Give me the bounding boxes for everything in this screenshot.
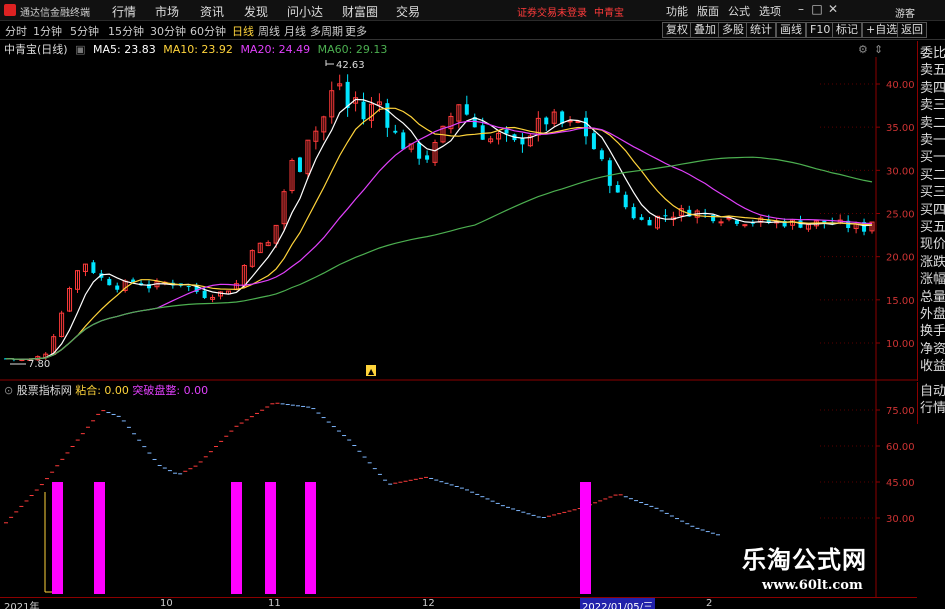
price-tick-label: 15.00	[886, 296, 915, 307]
time-label-cursor-date: 2022/01/05/三	[580, 598, 656, 609]
breakout-bar	[580, 482, 591, 594]
time-label-11: 11	[268, 598, 281, 609]
quote-field-4[interactable]: 卖二	[920, 116, 945, 131]
time-label-2: 2	[706, 598, 713, 609]
candle-body	[726, 217, 732, 220]
right-quote-panel: 委比卖五卖四卖三卖二卖一买一买二买三买四买五现价涨跌涨幅总量外盘换手净资收益	[917, 41, 945, 381]
candle-body	[718, 221, 724, 224]
quote-field-15[interactable]: 外盘	[920, 308, 945, 322]
candle-body	[297, 157, 302, 172]
quote-field-3[interactable]: 卖三	[920, 99, 945, 113]
candle-body	[647, 219, 652, 226]
quote-field-14[interactable]: 总量	[920, 290, 945, 305]
watermark: 乐淘公式网 www.60lt.com	[726, 538, 916, 600]
quote-field-6[interactable]: 买一	[920, 151, 945, 165]
price-tick-label: 20.00	[886, 253, 915, 264]
candle-body	[623, 194, 628, 208]
price-tick-label: 10.00	[886, 339, 915, 350]
candle-body	[91, 262, 96, 273]
candle-body	[520, 138, 525, 145]
candle-body	[583, 117, 588, 137]
indicator-tick-label: 75.00	[886, 406, 915, 417]
price-tick-label: 40.00	[886, 80, 915, 91]
candle-body	[480, 125, 485, 140]
event-marker-glyph: ▲	[368, 367, 375, 376]
quote-field-10[interactable]: 买五	[920, 221, 945, 235]
breakout-bar	[231, 482, 242, 594]
breakout-bar	[52, 482, 63, 594]
watermark-url: www.60lt.com	[762, 578, 863, 593]
right-auto-panel: 自动 行情	[917, 382, 945, 424]
auto-panel-item-1[interactable]: 行情	[920, 402, 945, 416]
breakout-bar	[265, 482, 276, 594]
candle-body	[115, 285, 120, 290]
candle-body	[615, 185, 620, 193]
time-label-2021: 2021年	[4, 602, 40, 609]
quote-field-11[interactable]: 现价	[920, 238, 945, 252]
candle-body	[464, 104, 469, 115]
quote-field-7[interactable]: 买二	[920, 168, 945, 183]
quote-field-16[interactable]: 换手	[920, 325, 945, 339]
quote-field-1[interactable]: 卖五	[920, 64, 945, 78]
price-tick-label: 35.00	[886, 123, 915, 134]
breakout-bar	[305, 482, 316, 594]
candle-body	[385, 103, 390, 128]
candle-body	[591, 133, 596, 150]
price-tick-label: 30.00	[886, 166, 915, 177]
auto-panel-item-0[interactable]: 自动	[920, 385, 945, 399]
candle-body	[401, 132, 406, 150]
candle-body	[663, 215, 668, 217]
quote-field-5[interactable]: 卖一	[920, 134, 945, 148]
candle-body	[425, 155, 430, 160]
candle-body	[107, 278, 112, 286]
candle-body	[599, 150, 604, 160]
indicator-name: 股票指标网	[16, 384, 72, 397]
indicator-field-bond: 粘合: 0.00	[75, 384, 129, 397]
quote-field-9[interactable]: 买四	[920, 203, 945, 218]
candle-body	[544, 117, 549, 125]
candlestick-chart[interactable]: 40.00 35.00 30.00 25.00 20.00 15.00 10.00 75.0…	[0, 0, 917, 597]
indicator-title-line: ⊙ 股票指标网 粘合: 0.00 突破盘整: 0.00	[4, 382, 208, 398]
quote-field-0[interactable]: 委比	[920, 47, 945, 61]
candle-body	[202, 290, 207, 298]
quote-field-13[interactable]: 涨幅	[920, 273, 945, 287]
indicator-collapse-icon[interactable]: ⊙	[4, 384, 13, 397]
breakout-bar	[94, 482, 105, 594]
quote-field-18[interactable]: 收益	[920, 360, 945, 374]
candle-body	[631, 207, 636, 219]
candle-body	[345, 81, 350, 109]
candle-body	[361, 101, 366, 120]
price-tick-label: 25.00	[886, 210, 915, 221]
candle-body	[639, 217, 644, 220]
candle-body	[393, 130, 398, 133]
indicator-tick-label: 60.00	[886, 442, 915, 453]
candle-body	[417, 142, 422, 159]
candle-body	[575, 120, 581, 123]
indicator-tick-label: 45.00	[886, 478, 915, 489]
low-price-label: 7.80	[28, 359, 50, 370]
candle-body	[742, 224, 748, 227]
quote-field-17[interactable]: 净资	[920, 342, 945, 357]
indicator-tick-label: 30.00	[886, 514, 915, 525]
candle-body	[504, 129, 509, 134]
indicator-field-breakout: 突破盘整: 0.00	[132, 384, 209, 397]
candle-body	[734, 220, 739, 224]
ma5-line	[5, 98, 873, 360]
time-label-10: 10	[160, 598, 173, 609]
high-price-label: 42.63	[336, 60, 365, 71]
watermark-text: 乐淘公式网	[742, 545, 867, 574]
candle-body	[607, 160, 612, 186]
quote-field-12[interactable]: 涨跌	[920, 255, 945, 270]
candle-body	[186, 286, 191, 288]
quote-field-8[interactable]: 买三	[920, 186, 945, 200]
ma60-line	[5, 156, 873, 360]
quote-field-2[interactable]: 卖四	[920, 81, 945, 96]
time-label-12: 12	[422, 598, 435, 609]
